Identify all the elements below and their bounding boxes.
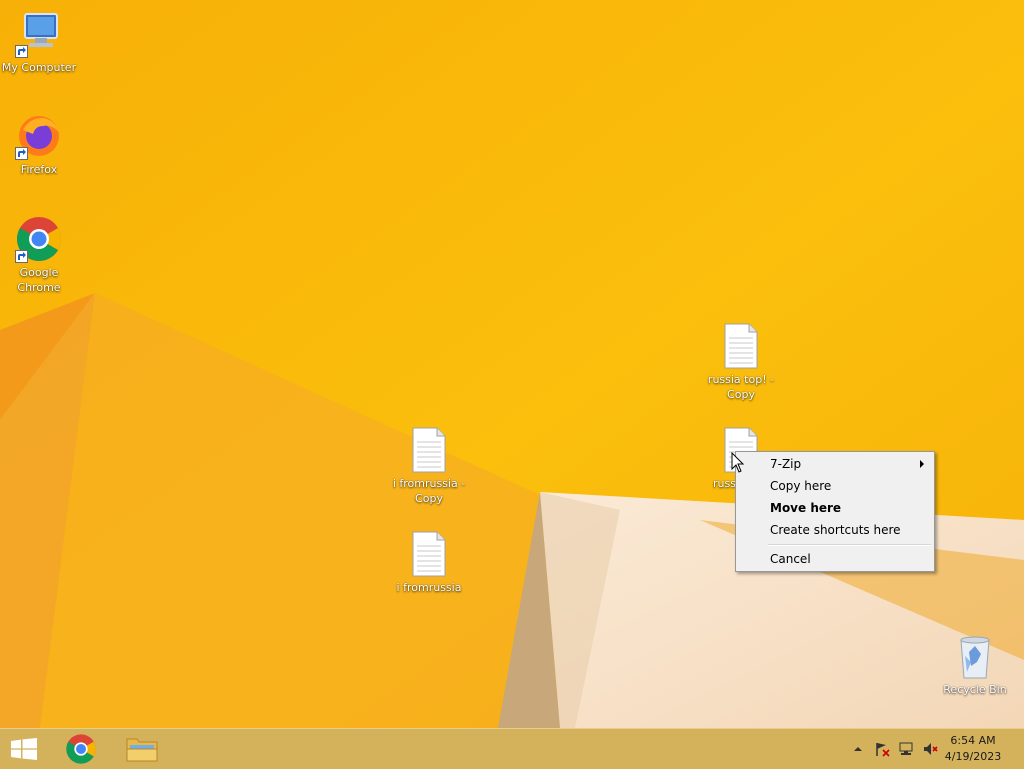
menu-separator (768, 544, 931, 546)
computer-icon (15, 10, 63, 58)
show-hidden-icons-arrow[interactable] (850, 741, 866, 757)
desktop[interactable]: My Computer Firefox Google Chrome russia… (0, 0, 1024, 728)
windows-logo-icon (11, 738, 37, 760)
volume-muted-icon[interactable] (922, 741, 938, 757)
desktop-icon-chrome[interactable]: Google Chrome (0, 215, 78, 295)
menu-item-7zip[interactable]: 7-Zip (738, 453, 932, 475)
menu-item-cancel[interactable]: Cancel (738, 548, 932, 570)
taskbar-chrome-button[interactable] (54, 729, 110, 769)
taskbar-file-explorer-button[interactable] (114, 729, 170, 769)
desktop-icon-label: Google Chrome (17, 266, 61, 294)
clock-time: 6:54 AM (950, 734, 996, 747)
menu-item-label: Create shortcuts here (770, 523, 901, 537)
desktop-icon-label: i fromrussia - Copy (392, 477, 466, 505)
menu-item-copy-here[interactable]: Copy here (738, 475, 932, 497)
menu-item-label: Move here (770, 501, 842, 515)
taskbar: 6:54 AM 4/19/2023 (0, 728, 1024, 769)
desktop-icon-russia-top-copy[interactable]: russia top! - Copy (702, 322, 780, 402)
desktop-icon-ifromrussia-copy[interactable]: i fromrussia - Copy (390, 426, 468, 506)
menu-item-create-shortcuts-here[interactable]: Create shortcuts here (738, 519, 932, 541)
menu-item-label: Copy here (770, 479, 832, 493)
submenu-arrow-icon (920, 460, 924, 468)
desktop-icon-label: My Computer (1, 61, 77, 74)
folder-icon (126, 738, 158, 762)
wallpaper (0, 0, 1024, 728)
mouse-cursor-icon (731, 452, 745, 473)
taskbar-clock[interactable]: 6:54 AM 4/19/2023 (938, 733, 1008, 765)
desktop-icon-firefox[interactable]: Firefox (0, 112, 78, 177)
desktop-icon-label: russia top! - Copy (707, 373, 775, 401)
desktop-icon-label: i fromrussia (396, 581, 462, 594)
text-file-icon (405, 426, 453, 474)
text-file-icon (717, 322, 765, 370)
text-file-icon (405, 530, 453, 578)
desktop-icon-recycle-bin[interactable]: Recycle Bin (936, 632, 1014, 697)
desktop-icon-label: Firefox (20, 163, 58, 176)
action-center-flag-icon[interactable] (874, 741, 890, 757)
firefox-icon (15, 112, 63, 160)
desktop-icon-my-computer[interactable]: My Computer (0, 10, 78, 75)
menu-item-move-here[interactable]: Move here (738, 497, 932, 519)
start-button[interactable] (0, 729, 48, 769)
chrome-icon (15, 215, 63, 263)
shortcut-arrow-icon (15, 250, 28, 263)
menu-item-label: 7-Zip (770, 457, 802, 471)
clock-date: 4/19/2023 (944, 750, 1002, 763)
desktop-icon-label: Recycle Bin (943, 683, 1007, 696)
desktop-icon-ifromrussia[interactable]: i fromrussia (390, 530, 468, 595)
shortcut-arrow-icon (15, 147, 28, 160)
recycle-bin-icon (951, 632, 999, 680)
menu-item-label: Cancel (770, 552, 811, 566)
network-icon[interactable] (898, 741, 914, 757)
drag-drop-context-menu: 7-Zip Copy here Move here Create shortcu… (735, 451, 935, 572)
chrome-icon (66, 734, 96, 764)
shortcut-arrow-icon (15, 45, 28, 58)
